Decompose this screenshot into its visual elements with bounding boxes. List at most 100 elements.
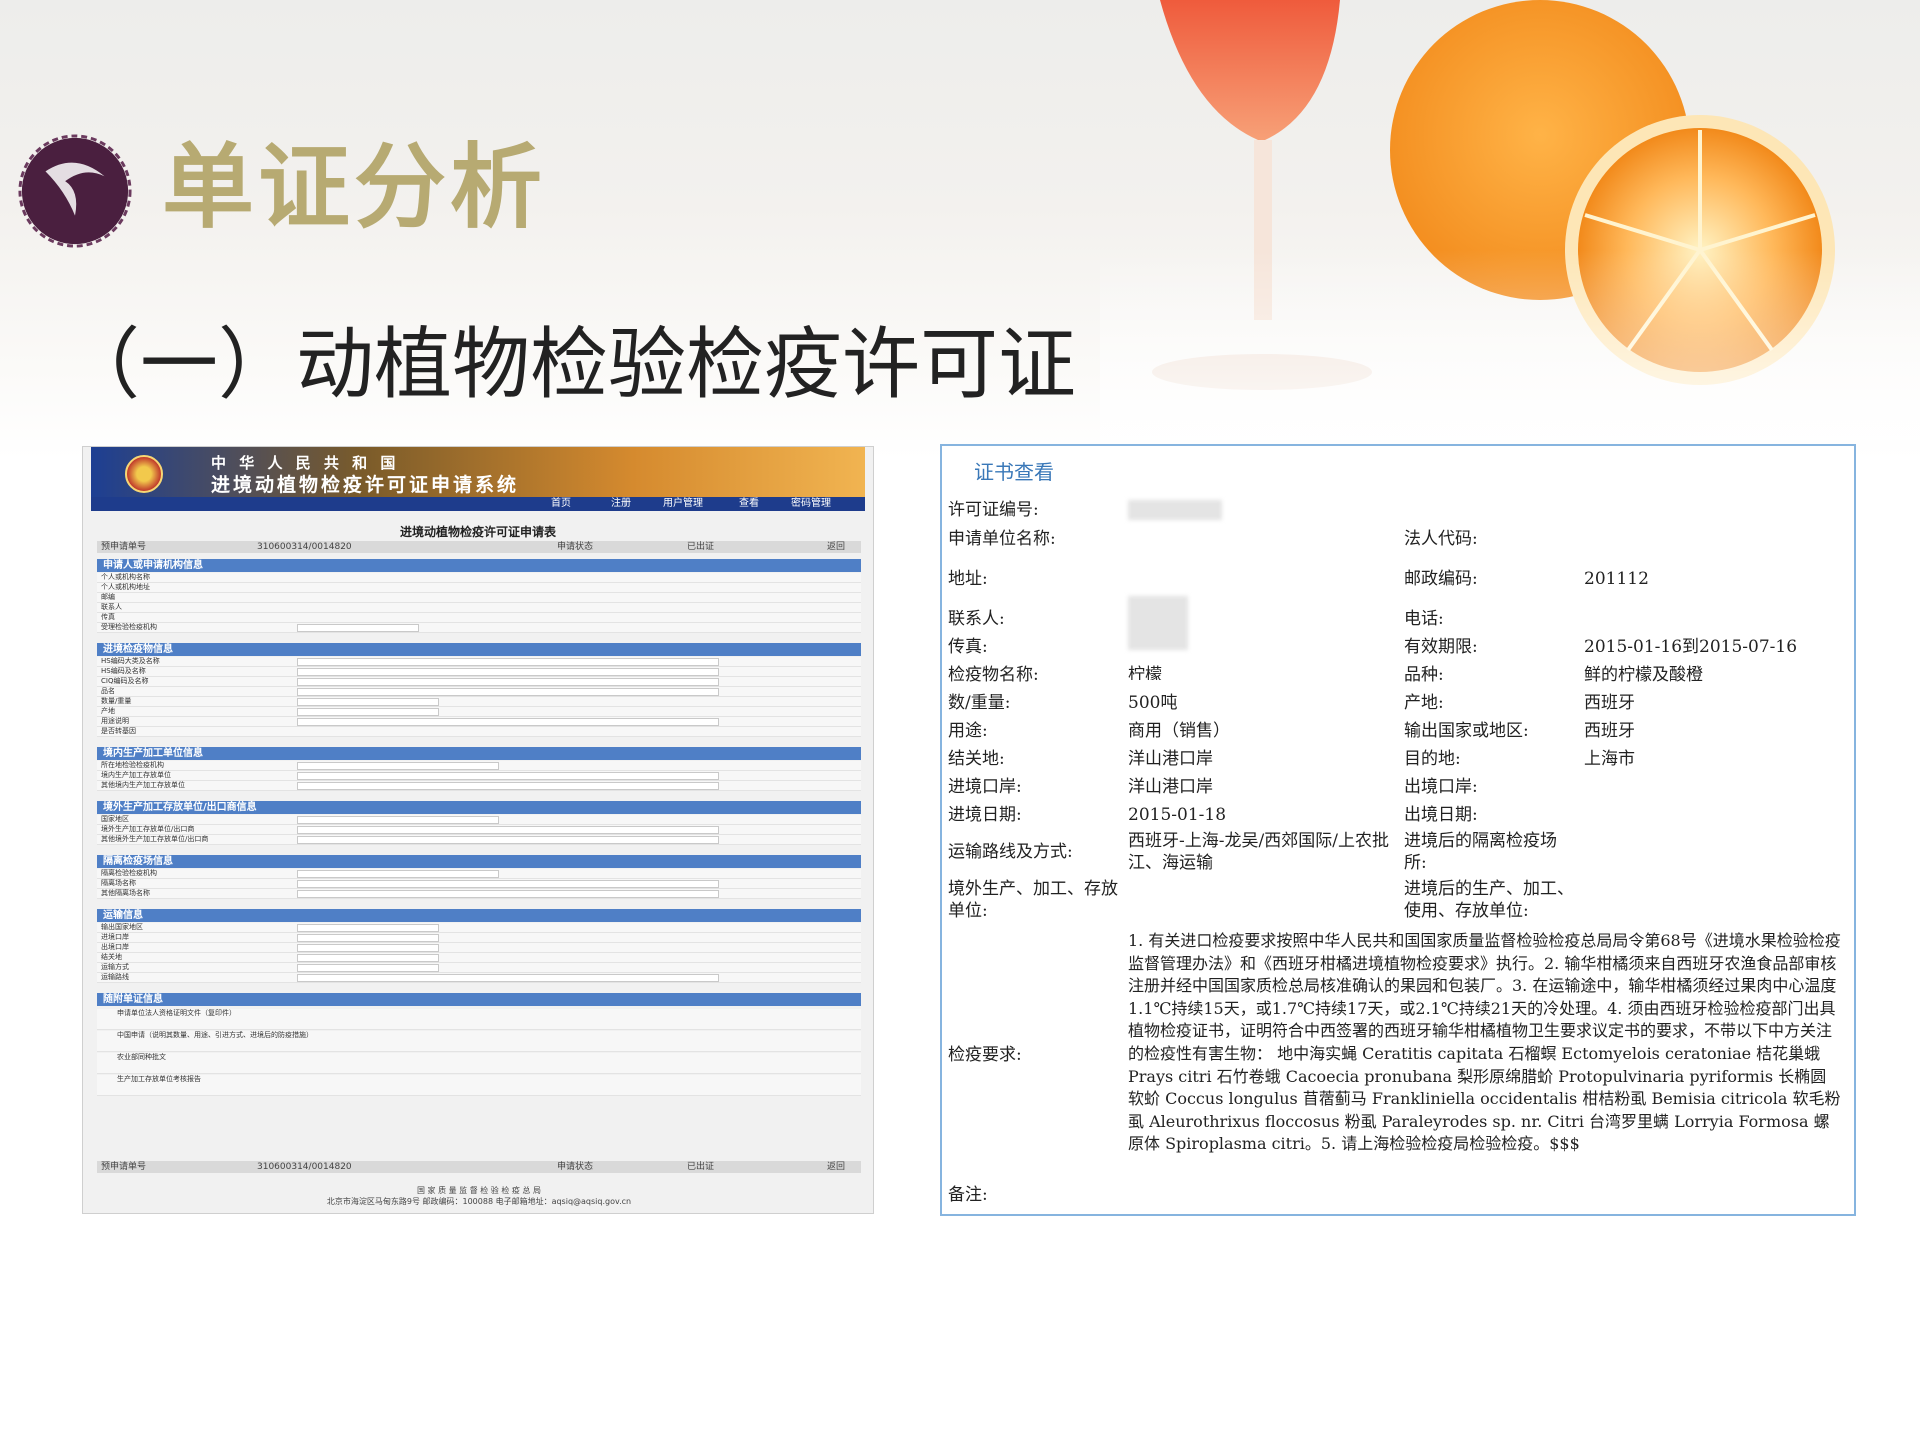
transport-route-label: 运输路线及方式:: [948, 842, 1073, 862]
post-entry-unit-label: 进境后的生产、加工、使用、存放单位:: [1404, 879, 1574, 921]
form-row: 中国申请（说明其数量、用途、引进方式、进境后的防疫措施）: [97, 1031, 861, 1052]
form-row: 输出国家地区: [97, 923, 861, 933]
address-label: 地址:: [948, 569, 988, 589]
foreign-unit-label: 境外生产、加工、存放单位:: [948, 879, 1118, 921]
nav-register[interactable]: 注册: [611, 497, 631, 511]
footer-address: 北京市海淀区马甸东路9号 邮政编码：100088 电子邮箱地址：aqsiq@aq…: [326, 1197, 632, 1206]
nav-view[interactable]: 查看: [739, 497, 759, 511]
usage-value: 商用（销售）: [1128, 721, 1230, 741]
nav-user-manage[interactable]: 用户管理: [663, 497, 703, 511]
form-row: 所在地检验检疫机构: [97, 761, 861, 771]
validity-label: 有效期限:: [1404, 637, 1478, 657]
form-row: CIQ编码及名称: [97, 677, 861, 687]
redacted-permit-number: [1128, 500, 1222, 520]
usage-label: 用途:: [948, 721, 988, 741]
juice-and-orange-illustration: [1100, 0, 1920, 440]
section-transport: 运输信息: [97, 909, 861, 922]
back-button[interactable]: 返回: [827, 541, 845, 553]
form-row: 生产加工存放单位考核报告: [97, 1075, 861, 1096]
back-button[interactable]: 返回: [827, 1161, 845, 1173]
top-status-bar: 预申请单号 310600314/0014820 申请状态 已出证 返回: [97, 541, 861, 553]
remarks-label: 备注:: [948, 1185, 988, 1205]
entry-date-value: 2015-01-18: [1128, 805, 1227, 825]
application-form-screenshot: 中 华 人 民 共 和 国 进境动植物检疫许可证申请系统 首页 注册 用户管理 …: [82, 446, 874, 1214]
form-row: 境内生产加工存放单位: [97, 771, 861, 781]
status-label: 申请状态: [557, 542, 594, 552]
status-label: 申请状态: [557, 1162, 594, 1172]
pre-app-number: 310600314/0014820: [257, 542, 352, 552]
app-title-line2: 进境动植物检疫许可证申请系统: [211, 474, 520, 496]
bottom-status-bar: 预申请单号 310600314/0014820 申请状态 已出证 返回: [97, 1161, 861, 1173]
section-foreign-unit: 境外生产加工存放单位/出口商信息: [97, 801, 861, 814]
form-title: 进境动植物检疫许可证申请表: [399, 525, 556, 539]
form-row: 结关地: [97, 953, 861, 963]
form-row: 其他境外生产加工存放单位/出口商: [97, 835, 861, 845]
form-row: 申请单位法人资格证明文件（复印件）: [97, 1009, 861, 1030]
certificate-view-panel: 证书查看 许可证编号: 申请单位名称: 地址: 联系人: 传真: 检疫物名称: …: [940, 444, 1856, 1216]
nav-password[interactable]: 密码管理: [791, 497, 831, 511]
form-row: 进境口岸: [97, 933, 861, 943]
form-row: 农业部同种批文: [97, 1053, 861, 1074]
entry-date-label: 进境日期:: [948, 805, 1022, 825]
variety-label: 品种:: [1404, 665, 1444, 685]
export-country-label: 输出国家或地区:: [1404, 721, 1529, 741]
goods-name-label: 检疫物名称:: [948, 665, 1039, 685]
postcode-value: 201112: [1584, 569, 1649, 589]
form-row: 产地: [97, 707, 861, 717]
origin-value: 西班牙: [1584, 693, 1635, 713]
form-row: HS编码大类及名称: [97, 657, 861, 667]
customs-place-label: 结关地:: [948, 749, 1005, 769]
fax-label: 传真:: [948, 637, 988, 657]
nav-home[interactable]: 首页: [551, 497, 571, 511]
exit-date-label: 出境日期:: [1404, 805, 1478, 825]
form-row: 数量/重量: [97, 697, 861, 707]
section-title: 单证分析: [162, 134, 547, 241]
form-row: 是否转基因: [97, 727, 861, 737]
phone-label: 电话:: [1404, 609, 1444, 629]
certificate-heading: 证书查看: [974, 460, 1054, 484]
form-row: 其他境内生产加工存放单位: [97, 781, 861, 791]
validity-value: 2015-01-16到2015-07-16: [1584, 637, 1798, 657]
destination-value: 上海市: [1584, 749, 1635, 769]
status-value: 已出证: [687, 542, 715, 552]
export-country-value: 西班牙: [1584, 721, 1635, 741]
form-row: 个人或机构地址: [97, 583, 861, 593]
form-row: 国家地区: [97, 815, 861, 825]
legal-code-label: 法人代码:: [1404, 529, 1478, 549]
page-subtitle: （一）动植物检验检疫许可证: [62, 320, 1077, 410]
quantity-label: 数/重量:: [948, 693, 1011, 713]
app-nav-bar: 首页 注册 用户管理 查看 密码管理: [91, 497, 865, 511]
pre-app-number-label: 预申请单号: [101, 1162, 147, 1172]
form-row: 其他隔离场名称: [97, 889, 861, 899]
status-value: 已出证: [687, 1162, 715, 1172]
section-quarantine-goods: 进境检疫物信息: [97, 643, 861, 656]
form-row: HS编码及名称: [97, 667, 861, 677]
transport-route-value: 西班牙-上海-龙吴/西郊国际/上农批江、海运输: [1128, 831, 1389, 873]
quantity-value: 500吨: [1128, 693, 1178, 713]
origin-label: 产地:: [1404, 693, 1444, 713]
redacted-contact: [1128, 596, 1188, 650]
brush-circle-logo-icon: [18, 134, 132, 248]
footer-org: 国 家 质 量 监 督 检 验 检 疫 总 局: [417, 1186, 541, 1195]
national-emblem-icon: [125, 455, 163, 493]
applicant-name-label: 申请单位名称:: [948, 529, 1056, 549]
pre-app-number-label: 预申请单号: [101, 542, 147, 552]
requirements-label: 检疫要求:: [948, 1045, 1022, 1065]
exit-port-label: 出境口岸:: [1404, 777, 1478, 797]
form-row: 品名: [97, 687, 861, 697]
section-attachments: 随附单证信息: [97, 993, 861, 1006]
form-row: 运输方式: [97, 963, 861, 973]
pre-app-number: 310600314/0014820: [257, 1162, 352, 1172]
form-row: 隔离检验检疫机构: [97, 869, 861, 879]
form-row: 出境口岸: [97, 943, 861, 953]
permit-number-label: 许可证编号:: [948, 500, 1039, 520]
postcode-label: 邮政编码:: [1404, 569, 1478, 589]
app-banner: 中 华 人 民 共 和 国 进境动植物检疫许可证申请系统: [91, 447, 865, 497]
form-row: 邮编: [97, 593, 861, 603]
form-row: 隔离场名称: [97, 879, 861, 889]
variety-value: 鲜的柠檬及酸橙: [1584, 665, 1703, 685]
destination-label: 目的地:: [1404, 749, 1461, 769]
section-domestic-unit: 境内生产加工单位信息: [97, 747, 861, 760]
form-row: 联系人: [97, 603, 861, 613]
requirements-text: 1. 有关进口检疫要求按照中华人民共和国国家质量监督检验检疫总局局令第68号《进…: [1128, 931, 1841, 1154]
